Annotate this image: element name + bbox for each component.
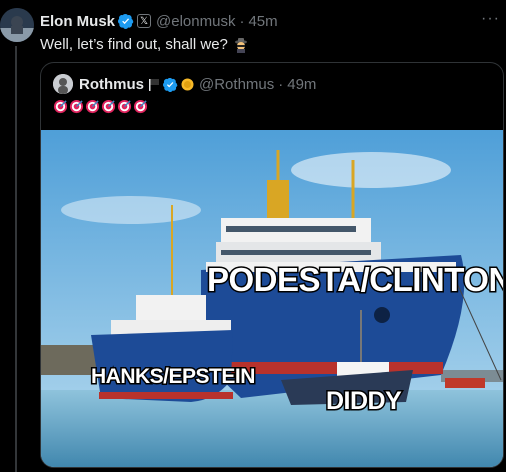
quoted-author-handle[interactable]: @Rothmus (199, 76, 274, 93)
verified-badge-icon (163, 77, 178, 92)
tweet-text: Well, let’s find out, shall we? (40, 36, 249, 53)
author-avatar[interactable] (0, 8, 34, 42)
target-emoji-icon (133, 99, 148, 114)
tweet-text-content: Well, let’s find out, shall we? (40, 36, 228, 53)
x-badge-icon: 𝕏 (137, 14, 152, 28)
label-diddy: DIDDY (326, 387, 402, 415)
more-options-button[interactable]: ··· (481, 10, 500, 28)
quoted-tweet-header: Rothmus @Rothmus · 49m (53, 74, 316, 94)
thread-line (15, 46, 17, 472)
author-handle[interactable]: @elonmusk (156, 13, 235, 30)
quoted-tweet[interactable]: Rothmus @Rothmus · 49m PODESTA/CLINTON H… (40, 62, 504, 468)
target-emoji-icon (101, 99, 116, 114)
target-emoji-icon (85, 99, 100, 114)
tweet-header: Elon Musk 𝕏 @elonmusk · 45m (40, 12, 506, 30)
quoted-tweet-text (53, 99, 148, 114)
gold-coin-icon (181, 78, 194, 90)
sea (41, 390, 503, 467)
label-podesta-clinton: PODESTA/CLINTON (207, 261, 504, 298)
verified-badge-icon (118, 14, 134, 29)
flag-icon (149, 78, 159, 91)
target-emoji-icon (69, 99, 84, 114)
quoted-author-name[interactable]: Rothmus (79, 76, 144, 93)
target-emoji-icon (117, 99, 132, 114)
label-hanks-epstein: HANKS/EPSTEIN (91, 365, 255, 388)
timestamp[interactable]: 45m (248, 13, 277, 30)
spy-emoji-icon (234, 37, 247, 53)
target-emoji-icon (53, 99, 68, 114)
separator-dot: · (278, 75, 284, 93)
meme-image[interactable]: PODESTA/CLINTON HANKS/EPSTEIN DIDDY (41, 130, 504, 468)
quoted-author-avatar[interactable] (53, 74, 73, 94)
separator-dot: · (239, 12, 245, 30)
quoted-timestamp[interactable]: 49m (287, 76, 316, 93)
author-name[interactable]: Elon Musk (40, 13, 115, 30)
